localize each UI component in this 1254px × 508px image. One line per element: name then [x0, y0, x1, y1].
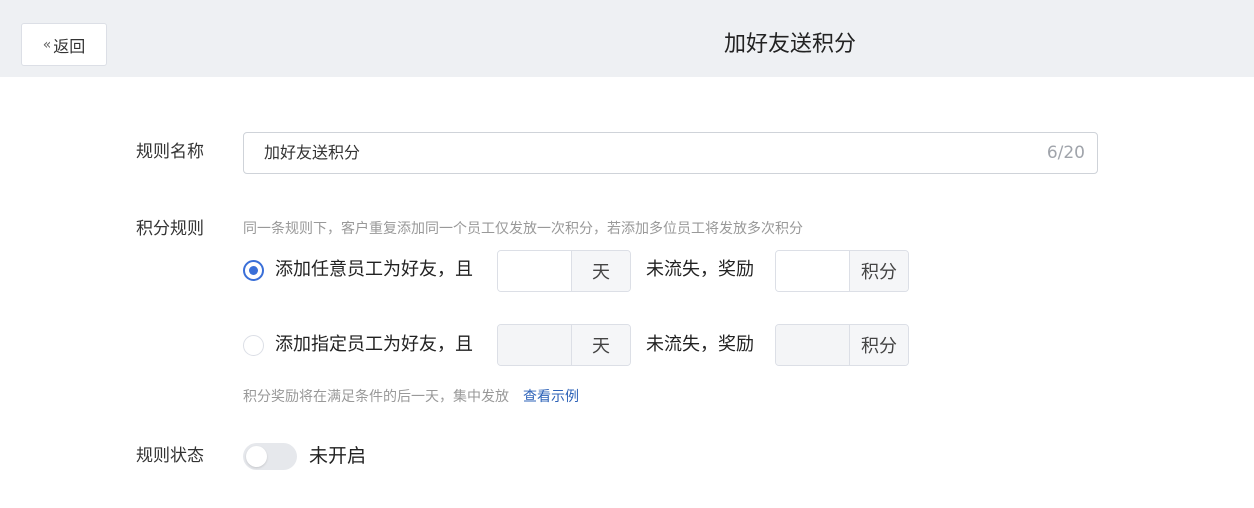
- option-specific-employee-text: 添加指定员工为好友，且: [275, 334, 473, 355]
- page-header: « 返回 加好友送积分: [0, 0, 1254, 77]
- rule-name-value: 加好友送积分: [264, 143, 361, 162]
- points-unit-any: 积分: [850, 251, 908, 291]
- points-input-group-any: 积分: [775, 250, 909, 292]
- not-lost-reward-text-any: 未流失，奖励: [646, 259, 754, 280]
- days-unit-specific: 天: [572, 325, 630, 365]
- not-lost-reward-text-specific: 未流失，奖励: [646, 334, 754, 355]
- radio-any-employee[interactable]: [243, 260, 264, 281]
- days-input-group-any: 天: [497, 250, 631, 292]
- points-input-any[interactable]: [776, 251, 850, 291]
- days-input-group-specific: 天: [497, 324, 631, 366]
- rule-status-toggle[interactable]: [243, 443, 297, 470]
- page-title: 加好友送积分: [723, 32, 856, 57]
- days-unit-any: 天: [572, 251, 630, 291]
- points-unit-specific: 积分: [850, 325, 908, 365]
- points-input-specific[interactable]: [776, 325, 850, 365]
- rule-status-text: 未开启: [309, 445, 367, 467]
- view-example-link[interactable]: 查看示例: [523, 389, 579, 405]
- days-input-any[interactable]: [498, 251, 572, 291]
- rule-name-label: 规则名称: [136, 142, 204, 162]
- points-rule-hint: 同一条规则下，客户重复添加同一个员工仅发放一次积分，若添加多位员工将发放多次积分: [243, 221, 803, 237]
- option-any-employee-text: 添加任意员工为好友，且: [275, 259, 473, 280]
- rule-name-input[interactable]: 加好友送积分 6/20: [243, 132, 1098, 174]
- rule-name-counter: 6/20: [1046, 143, 1085, 163]
- toggle-knob: [246, 446, 267, 467]
- reward-timing-text: 积分奖励将在满足条件的后一天，集中发放: [243, 389, 509, 405]
- reward-timing-hint: 积分奖励将在满足条件的后一天，集中发放 查看示例: [243, 387, 579, 407]
- rule-status-label: 规则状态: [136, 446, 204, 466]
- days-input-specific[interactable]: [498, 325, 572, 365]
- points-input-group-specific: 积分: [775, 324, 909, 366]
- radio-specific-employee[interactable]: [243, 335, 264, 356]
- points-rule-label: 积分规则: [136, 219, 204, 239]
